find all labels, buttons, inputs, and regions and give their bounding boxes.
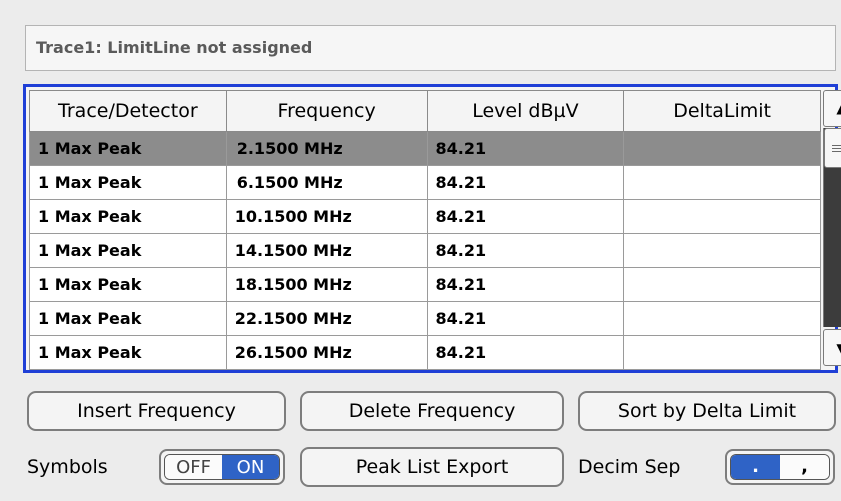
decim-sep-toggle[interactable]: . , (725, 449, 835, 485)
cell-level: 84.21 (426, 233, 625, 268)
cell-frequency: 14.1500 MHz (225, 233, 428, 268)
insert-frequency-button[interactable]: Insert Frequency (27, 391, 286, 431)
cell-level: 84.21 (426, 335, 625, 370)
table-row[interactable]: 1 Max Peak 22.1500 MHz 84.21 (29, 301, 821, 336)
symbols-label: Symbols (27, 456, 108, 478)
decim-sep-dot-option[interactable]: . (731, 455, 780, 479)
cell-delta-limit (623, 335, 821, 370)
peak-list-table-frame: Trace/Detector Frequency Level dBµV Delt… (23, 84, 841, 373)
sort-by-delta-limit-button[interactable]: Sort by Delta Limit (578, 391, 836, 431)
cell-trace: 1 Max Peak (29, 267, 227, 302)
cell-level: 84.21 (426, 131, 625, 166)
cell-level: 84.21 (426, 301, 625, 336)
symbols-toggle-track: OFF ON (164, 454, 280, 480)
grip-icon (832, 144, 841, 152)
scroll-down-button[interactable]: ▼ (823, 329, 841, 366)
scroll-thumb[interactable] (824, 128, 841, 168)
cell-level: 84.21 (426, 267, 625, 302)
cell-trace: 1 Max Peak (29, 165, 227, 200)
cell-level: 84.21 (426, 165, 625, 200)
symbols-off-option[interactable]: OFF (165, 455, 222, 479)
table-row[interactable]: 1 Max Peak 10.1500 MHz 84.21 (29, 199, 821, 234)
scroll-track[interactable] (823, 128, 841, 327)
cell-frequency: 18.1500 MHz (225, 267, 428, 302)
table-row[interactable]: 1 Max Peak 14.1500 MHz 84.21 (29, 233, 821, 268)
table-row[interactable]: 1 Max Peak 26.1500 MHz 84.21 (29, 335, 821, 370)
cell-delta-limit (623, 233, 821, 268)
scroll-up-button[interactable]: ▲ (823, 90, 841, 127)
cell-frequency: 10.1500 MHz (225, 199, 428, 234)
header-delta-limit[interactable]: DeltaLimit (623, 90, 821, 132)
cell-trace: 1 Max Peak (29, 233, 227, 268)
cell-trace: 1 Max Peak (29, 301, 227, 336)
cell-delta-limit (623, 165, 821, 200)
table-header-row: Trace/Detector Frequency Level dBµV Delt… (29, 90, 821, 132)
peak-list-export-button[interactable]: Peak List Export (300, 447, 564, 487)
cell-frequency: 26.1500 MHz (225, 335, 428, 370)
cell-delta-limit (623, 301, 821, 336)
symbols-toggle[interactable]: OFF ON (159, 449, 285, 485)
peak-list-table: Trace/Detector Frequency Level dBµV Delt… (29, 90, 821, 370)
cell-frequency: 6.1500 MHz (225, 165, 428, 200)
limit-line-status: Trace1: LimitLine not assigned (25, 25, 836, 71)
decim-sep-label: Decim Sep (578, 456, 681, 478)
header-frequency[interactable]: Frequency (225, 90, 428, 132)
cell-delta-limit (623, 267, 821, 302)
table-row[interactable]: 1 Max Peak 18.1500 MHz 84.21 (29, 267, 821, 302)
table-row[interactable]: 1 Max Peak 6.1500 MHz 84.21 (29, 165, 821, 200)
table-row[interactable]: 1 Max Peak 2.1500 MHz 84.21 (29, 131, 821, 166)
cell-level: 84.21 (426, 199, 625, 234)
header-trace-detector[interactable]: Trace/Detector (29, 90, 227, 132)
cell-frequency: 22.1500 MHz (225, 301, 428, 336)
header-level[interactable]: Level dBµV (426, 90, 625, 132)
arrow-down-icon: ▼ (836, 340, 841, 355)
cell-frequency: 2.1500 MHz (225, 131, 428, 166)
cell-delta-limit (623, 199, 821, 234)
table-scrollbar[interactable]: ▲ ▼ (823, 90, 841, 367)
decim-sep-track: . , (730, 454, 830, 480)
cell-trace: 1 Max Peak (29, 335, 227, 370)
delete-frequency-button[interactable]: Delete Frequency (300, 391, 564, 431)
symbols-on-option[interactable]: ON (222, 455, 279, 479)
decim-sep-comma-option[interactable]: , (780, 455, 829, 479)
cell-trace: 1 Max Peak (29, 131, 227, 166)
arrow-up-icon: ▲ (836, 101, 841, 116)
cell-delta-limit (623, 131, 821, 166)
cell-trace: 1 Max Peak (29, 199, 227, 234)
